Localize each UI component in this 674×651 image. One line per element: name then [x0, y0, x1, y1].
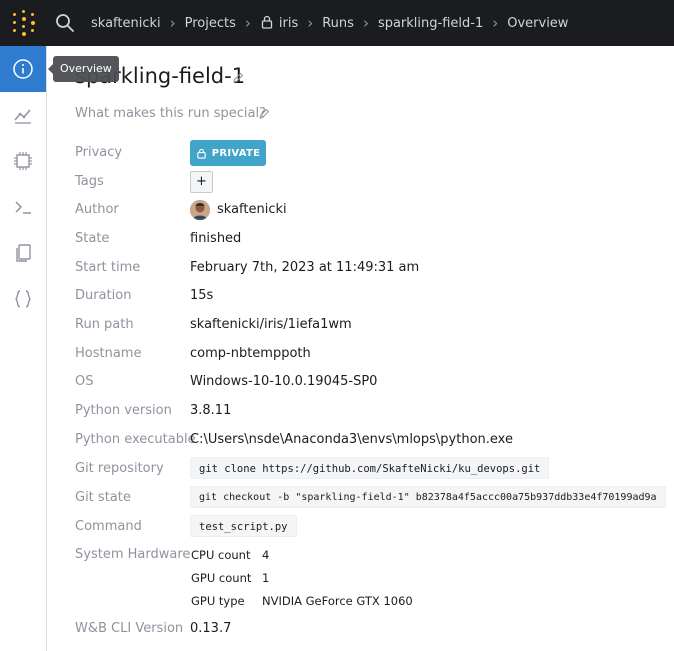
cli-version-value: 0.13.7: [190, 621, 232, 636]
gpu-count-row: GPU count 1: [190, 567, 490, 589]
state-label: State: [75, 231, 110, 246]
privacy-label: Privacy: [75, 145, 123, 160]
os-value: Windows-10-10.0.19045-SP0: [190, 374, 378, 389]
python-executable-value: C:\Users\nsde\Anaconda3\envs\mlops\pytho…: [190, 432, 513, 447]
pencil-icon[interactable]: [258, 108, 270, 120]
state-value: finished: [190, 231, 242, 246]
breadcrumb: skaftenicki › Projects › iris › Runs › s…: [91, 0, 568, 46]
breadcrumb-project[interactable]: iris: [260, 15, 298, 31]
system-hardware-label: System Hardware: [75, 547, 191, 562]
breadcrumb-run[interactable]: sparkling-field-1: [378, 16, 483, 31]
run-path-row: Run path skaftenicki/iris/1iefa1wm: [75, 313, 670, 337]
author-row: Author skaftenicki: [75, 198, 670, 222]
cpu-count-label: CPU count: [191, 548, 251, 562]
files-icon: [16, 244, 31, 262]
author-name[interactable]: skaftenicki: [217, 198, 287, 222]
author-label: Author: [75, 202, 119, 217]
state-row: State finished: [75, 227, 670, 251]
tags-label: Tags: [75, 174, 104, 189]
hostname-value: comp-nbtemppoth: [190, 346, 311, 361]
python-version-value: 3.8.11: [190, 403, 232, 418]
gpu-count-value: 1: [262, 571, 270, 585]
python-executable-row: Python executable C:\Users\nsde\Anaconda…: [75, 428, 670, 452]
breadcrumb-projects[interactable]: Projects: [185, 16, 236, 31]
python-version-label: Python version: [75, 403, 172, 418]
breadcrumb-user[interactable]: skaftenicki: [91, 16, 161, 31]
run-description[interactable]: What makes this run special?: [75, 106, 266, 121]
duration-row: Duration 15s: [75, 284, 670, 308]
python-version-row: Python version 3.8.11: [75, 399, 670, 423]
chevron-right-icon: ›: [307, 14, 314, 32]
cli-version-label: W&B CLI Version: [75, 621, 184, 636]
overview-tooltip: Overview: [48, 56, 119, 82]
chevron-right-icon: ›: [169, 14, 176, 32]
sidebar-item-overview[interactable]: [0, 46, 46, 92]
terminal-icon: [15, 201, 31, 214]
command-row: Command test_script.py: [75, 515, 670, 539]
breadcrumb-project-label: iris: [278, 16, 299, 31]
sidebar: [0, 46, 47, 651]
git-repository-label: Git repository: [75, 461, 164, 476]
hostname-label: Hostname: [75, 346, 142, 361]
cli-version-row: W&B CLI Version 0.13.7: [75, 617, 670, 641]
python-executable-label: Python executable: [75, 432, 196, 447]
cpu-count-row: CPU count 4: [190, 544, 490, 566]
run-path-label: Run path: [75, 317, 134, 332]
avatar[interactable]: [190, 200, 210, 220]
sidebar-item-files[interactable]: [0, 230, 46, 276]
wandb-logo-icon[interactable]: [11, 10, 37, 36]
braces-icon: [15, 290, 31, 308]
add-tag-button[interactable]: +: [190, 171, 213, 193]
privacy-row: Privacy PRIVATE: [75, 140, 670, 166]
lock-icon: [261, 15, 273, 29]
breadcrumb-runs[interactable]: Runs: [322, 16, 354, 31]
sidebar-item-artifacts[interactable]: [0, 276, 46, 322]
privacy-button[interactable]: PRIVATE: [190, 140, 266, 166]
line-chart-icon: [14, 109, 31, 124]
chevron-right-icon: ›: [244, 14, 251, 32]
os-label: OS: [75, 374, 94, 389]
search-icon[interactable]: [55, 13, 75, 33]
pencil-icon[interactable]: [232, 72, 244, 84]
hostname-row: Hostname comp-nbtemppoth: [75, 342, 670, 366]
start-time-row: Start time February 7th, 2023 at 11:49:3…: [75, 256, 670, 280]
os-row: OS Windows-10-10.0.19045-SP0: [75, 370, 670, 394]
chip-icon: [14, 152, 32, 170]
duration-value: 15s: [190, 288, 214, 303]
sidebar-item-charts[interactable]: [0, 92, 46, 138]
privacy-button-label: PRIVATE: [211, 147, 261, 159]
lock-icon: [197, 148, 206, 159]
gpu-type-row: GPU type NVIDIA GeForce GTX 1060: [190, 590, 490, 612]
git-repository-row: Git repository git clone https://github.…: [75, 457, 670, 481]
chevron-right-icon: ›: [362, 14, 369, 32]
start-time-value: February 7th, 2023 at 11:49:31 am: [190, 260, 420, 275]
tags-row: Tags +: [75, 170, 670, 194]
git-repository-value[interactable]: git clone https://github.com/SkafteNicki…: [190, 457, 550, 479]
gpu-type-value: NVIDIA GeForce GTX 1060: [262, 594, 413, 608]
sidebar-item-system[interactable]: [0, 138, 46, 184]
cpu-count-value: 4: [262, 548, 270, 562]
info-icon: [13, 59, 33, 79]
top-bar: skaftenicki › Projects › iris › Runs › s…: [0, 0, 674, 46]
gpu-type-label: GPU type: [191, 594, 245, 608]
start-time-label: Start time: [75, 260, 141, 275]
chevron-right-icon: ›: [492, 14, 499, 32]
breadcrumb-page[interactable]: Overview: [507, 16, 568, 31]
command-label: Command: [75, 519, 142, 534]
run-path-value: skaftenicki/iris/1iefa1wm: [190, 317, 352, 332]
git-state-row: Git state git checkout -b "sparkling-fie…: [75, 486, 670, 510]
gpu-count-label: GPU count: [191, 571, 252, 585]
git-state-label: Git state: [75, 490, 131, 505]
sidebar-item-logs[interactable]: [0, 184, 46, 230]
git-state-value[interactable]: git checkout -b "sparkling-field-1" b823…: [190, 486, 666, 508]
duration-label: Duration: [75, 288, 132, 303]
command-value[interactable]: test_script.py: [190, 515, 297, 537]
